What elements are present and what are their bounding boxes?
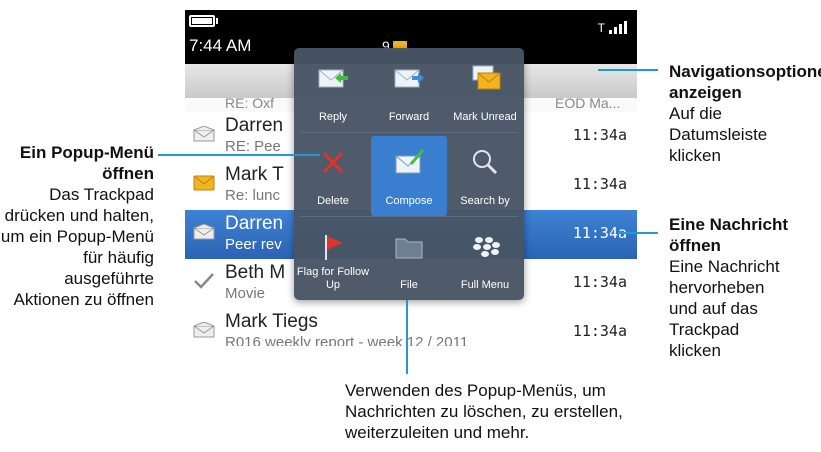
popup-item-flag[interactable]: Flag for Follow Up [295,220,371,300]
popup-item-label: Compose [385,195,433,207]
popup-item-forward[interactable]: Forward [371,52,447,132]
annotation-popup-title: Ein Popup-Menü öffnen [19,143,154,183]
opened-envelope-icon [193,125,215,142]
popup-item-delete[interactable]: Delete [295,136,371,216]
message-subject: Peer rev [225,236,282,253]
message-row[interactable]: Mark Tiegs R016 weekly report - week 12 /… [185,308,637,346]
popup-item-label: Forward [388,111,430,123]
message-time: 11:34a [572,273,627,291]
callout-line-popup [158,154,320,156]
annotation-navigation-body: Auf die Datumsleiste klicken [669,104,768,165]
message-subject: R016 weekly report - week 12 / 2011 [225,334,469,346]
message-subject: Re: lunc [225,187,281,204]
popup-item-compose[interactable]: Compose [371,136,447,216]
popup-item-label: Flag for Follow Up [296,266,370,291]
popup-item-mark-unread[interactable]: Mark Unread [447,52,523,132]
clock: 7:44 AM [189,36,252,55]
popup-item-label: Delete [317,195,349,207]
annotation-navigation-title: Navigationsoptionen anzeigen [669,62,821,102]
opened-envelope-icon [193,321,215,338]
popup-item-blackberry[interactable]: Full Menu [447,220,523,300]
callout-line-navigation [598,69,658,71]
partial-row-time: EOD Ma... [555,95,621,111]
message-sender: Darren [225,115,284,136]
message-sender: Mark Tiegs [225,311,318,332]
sent-check-icon [193,273,215,289]
message-time: 11:34a [572,322,627,340]
message-subject: RE: Pee [225,138,281,155]
popup-item-search[interactable]: Search by [447,136,523,216]
battery-icon [189,15,218,27]
callout-line-bottom [406,300,408,374]
popup-item-label: Mark Unread [453,111,517,123]
popup-menu: Reply Forward Mark Unread Delete Compose Sear… [294,48,524,300]
opened-envelope-icon [193,223,215,240]
callout-line-open-message [618,232,658,234]
annotation-open-message: Eine Nachricht öffnen Eine Nachricht her… [669,214,809,361]
unread-envelope-icon [193,175,215,191]
annotation-bottom: Verwenden des Popup-Menüs, um Nachrichte… [345,381,623,442]
message-sender: Beth M [225,262,286,283]
annotation-open-message-title: Eine Nachricht öffnen [669,215,789,255]
popup-item-label: File [400,279,418,291]
annotation-navigation: Navigationsoptionen anzeigen Auf die Dat… [669,61,821,166]
annotation-popup: Ein Popup-Menü öffnen Das Trackpad drück… [0,142,154,310]
signal-strength-icon: T [598,18,627,34]
message-time: 11:34a [572,175,627,193]
popup-item-label: Search by [460,195,510,207]
annotation-popup-body: Das Trackpad drücken und halten, um ein … [0,185,154,309]
popup-item-reply[interactable]: Reply [295,52,371,132]
message-sender: Darren [225,213,284,234]
message-sender: Mark T [225,164,284,185]
message-time: 11:34a [572,126,627,144]
partial-row-subject: RE: Oxf [225,95,275,111]
popup-item-label: Reply [318,111,348,123]
popup-item-label: Full Menu [460,279,510,291]
popup-item-folder[interactable]: File [371,220,447,300]
annotation-open-message-body: Eine Nachricht hervorheben und auf das T… [669,257,780,360]
message-subject: Movie [225,285,266,302]
